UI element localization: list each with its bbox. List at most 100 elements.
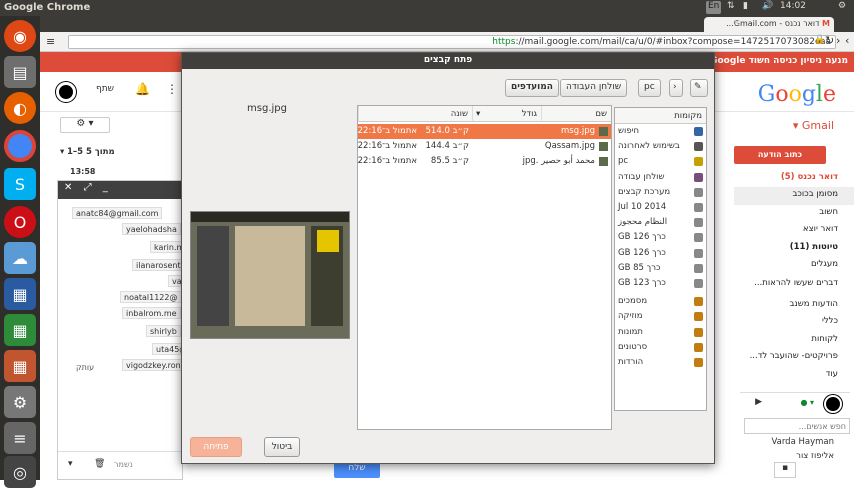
nav-item[interactable]: כללי [734,314,854,331]
url-field[interactable]: https://mail.google.com/mail/ca/u/0/#inb… [68,35,836,49]
nav-item[interactable]: דואר יוצא [734,222,854,239]
nav-item[interactable]: דברים שעשו להראות... [734,276,854,297]
file-list[interactable]: שם גודל ▾ שונה msg.jpg 514.0 ק״ב אתמול ב־2… [357,105,612,430]
firefox-icon[interactable]: ◐ [4,92,36,124]
place-item[interactable]: pc [615,154,706,169]
nav-item[interactable]: לקוחות [734,332,854,349]
hangouts-avatar[interactable] [824,395,842,413]
place-item[interactable]: כרך 85 GB [615,261,706,276]
clock[interactable]: 14:02 [780,1,806,14]
avatar[interactable] [56,82,76,102]
open-button[interactable]: פתיחה [190,437,242,457]
lock-icon[interactable]: 🔒 [814,35,825,45]
column-header-modified[interactable]: שונה [358,106,472,122]
recipient-chip[interactable]: ilanarosent [132,259,182,271]
compose-minimize-icon[interactable]: _ [103,182,108,193]
compose-button[interactable]: כתוב הודעה [734,146,826,164]
nav-item[interactable]: טיוטות (11) [734,240,854,257]
place-item[interactable]: תמונות [615,324,706,339]
files-icon[interactable]: ▤ [4,56,36,88]
column-header-name[interactable]: שם [541,106,611,122]
place-item[interactable]: מסמכים [615,294,706,309]
contact-name-2[interactable]: אליפוז צור [796,451,834,461]
settings-icon[interactable]: ⚙ [4,386,36,418]
calc-icon[interactable]: ▦ [4,314,36,346]
volume-icon[interactable]: 🔊 [762,1,773,14]
settings-button[interactable]: ⚙ ▾ [60,117,110,133]
column-header-size[interactable]: גודל ▾ [472,106,541,122]
cc-label[interactable]: עותק [76,363,94,372]
recipient-chip[interactable]: inbalrom.me [122,307,181,319]
menu-icon[interactable]: ≡ [46,35,55,48]
image-preview [190,211,350,339]
discard-icon[interactable]: 🗑 [94,459,105,469]
nav-item[interactable]: חשוב [734,205,854,222]
place-item[interactable]: כרך 123 GB [615,276,706,291]
recipient-chip[interactable]: uta45@ [152,343,182,355]
place-item[interactable]: Jul 10 2014 [615,200,706,215]
chat-icon[interactable]: ▪ [774,462,796,478]
forward-icon[interactable]: › [836,34,840,47]
skype-icon[interactable]: S [4,168,36,200]
place-item[interactable]: מערכת קבצים [615,185,706,200]
network-icon[interactable]: ⇅ [727,1,735,14]
chrome-icon[interactable] [4,130,36,162]
nav-item[interactable]: מסומן בכוכב [734,187,854,205]
more-options-icon[interactable]: ▾ [68,459,73,469]
recipient-chip[interactable]: noatal1122@ [120,291,182,303]
impress-icon[interactable]: ▦ [4,350,36,382]
compose-expand-icon[interactable]: ⤢ [84,182,92,193]
place-item[interactable]: מוזיקה [615,309,706,324]
nav-item[interactable]: פרויקטים- שהועבר לד... [734,349,854,366]
share-button[interactable]: שתף [96,84,114,94]
file-row[interactable]: محمد أبو حصير .jpg 85.5 ק״ב אתמול ב־22:16 [358,154,611,169]
path-button-favorites[interactable]: המועדפים [505,79,559,97]
power-icon[interactable]: ⚙ [838,1,846,14]
nav-item[interactable]: עוד [734,367,854,384]
gmail-product-label[interactable]: ▾ Gmail [793,119,834,132]
place-item[interactable]: שולחן עבודה [615,170,706,185]
edit-location-button[interactable]: ✎ [690,79,708,97]
recipient-chip[interactable]: vardity [168,275,182,287]
place-item[interactable]: النظام محجوز [615,215,706,230]
keyboard-layout-indicator[interactable]: En [706,1,722,14]
opera-icon[interactable]: O [4,206,36,238]
recipient-chip[interactable]: vigodzkey.ron [122,359,182,371]
recipient-chip[interactable]: anatc84@gmail.com [72,207,163,219]
dvd-icon[interactable]: ◎ [4,456,36,488]
tab-close-icon[interactable]: × [733,18,741,28]
place-item[interactable]: כרך 126 GB [615,246,706,261]
battery-icon[interactable]: ▮ [743,1,748,14]
file-row[interactable]: Qassam.jpg 144.4 ק״ב אתמול ב־22:16 [358,139,611,154]
path-forward-button[interactable]: › [669,79,683,97]
nav-item[interactable]: דואר נכנס (5) [734,170,854,187]
path-button-pc[interactable]: pc [638,79,661,97]
nav-item[interactable]: הודעות משנב [734,297,854,314]
reload-icon[interactable]: ↻ [825,34,834,47]
save-status: נשמר [114,460,133,469]
video-icon[interactable]: ▶ [755,397,762,407]
ubuntu-dash-icon[interactable]: ◉ [4,20,36,52]
recipient-chip[interactable]: shirlyb [146,325,181,337]
place-item[interactable]: הורדות [615,355,706,370]
file-row[interactable]: msg.jpg 514.0 ק״ב אתמול ב־22:16 [358,124,611,139]
status-dot-icon[interactable]: ● ▾ [800,398,814,407]
software-icon[interactable]: ≡ [4,422,36,454]
search-people-input[interactable] [744,418,850,434]
writer-icon[interactable]: ▦ [4,278,36,310]
path-button-desktop[interactable]: שולחן העבודה [560,79,628,97]
notifications-icon[interactable]: 🔔 [135,82,150,96]
place-item[interactable]: כרך 126 GB [615,230,706,245]
recipient-chip[interactable]: karin.m [150,241,182,253]
cloud-icon[interactable]: ☁ [4,242,36,274]
place-item[interactable]: בשימוש לאחרונה [615,139,706,154]
compose-close-icon[interactable]: ✕ [64,182,72,193]
place-item[interactable]: סרטונים [615,340,706,355]
nav-item[interactable]: מעגלים [734,257,854,276]
recipient-chip[interactable]: yaelohadsha [122,223,181,235]
back-icon[interactable]: ‹ [845,34,849,47]
tab-gmail[interactable]: M דואר נכנס - Gmail.com... [704,17,834,32]
cancel-button[interactable]: ביטול [264,437,300,457]
contact-name[interactable]: Varda Hayman [771,437,834,447]
place-item[interactable]: חיפוש [615,124,706,139]
